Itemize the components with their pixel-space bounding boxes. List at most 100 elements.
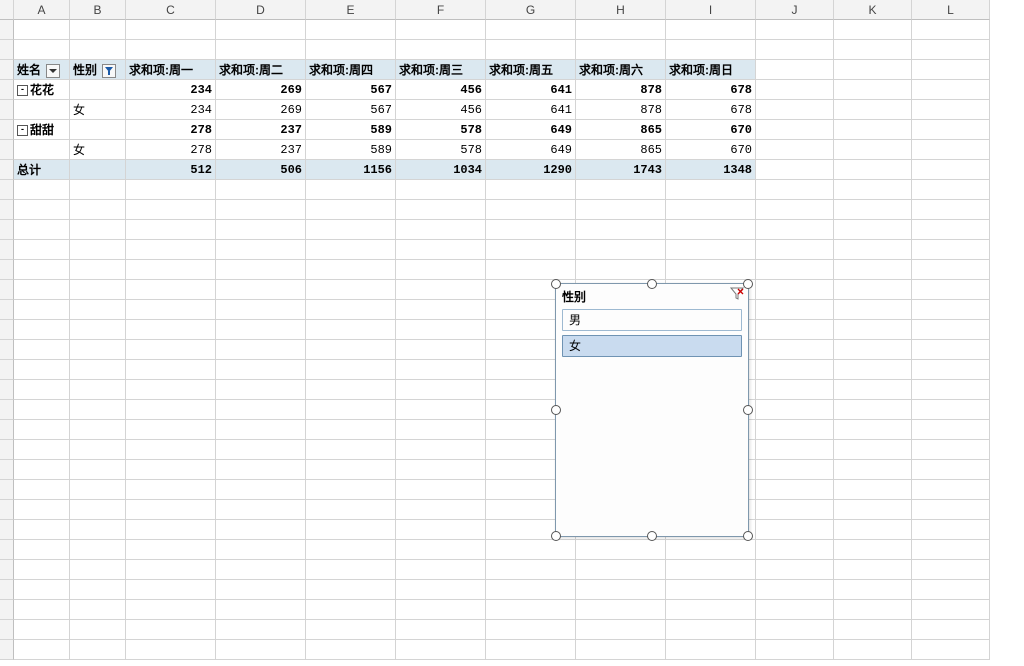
grid-cell[interactable] bbox=[70, 360, 126, 380]
grid-cell[interactable] bbox=[834, 120, 912, 140]
grid-cell[interactable] bbox=[834, 640, 912, 660]
grid-cell[interactable] bbox=[834, 380, 912, 400]
grid-cell[interactable] bbox=[70, 640, 126, 660]
grid-cell[interactable] bbox=[834, 160, 912, 180]
grid-cell[interactable] bbox=[396, 280, 486, 300]
grid-cell[interactable] bbox=[14, 20, 70, 40]
grid-cell[interactable] bbox=[14, 480, 70, 500]
grid-cell[interactable] bbox=[14, 640, 70, 660]
grid-cell[interactable] bbox=[486, 620, 576, 640]
row-header[interactable] bbox=[0, 20, 14, 40]
grid-cell[interactable] bbox=[666, 640, 756, 660]
grid-cell[interactable] bbox=[666, 240, 756, 260]
grid-cell[interactable] bbox=[126, 280, 216, 300]
grid-cell[interactable] bbox=[70, 480, 126, 500]
grid-cell[interactable] bbox=[912, 380, 990, 400]
grid-cell[interactable] bbox=[834, 320, 912, 340]
column-header[interactable]: A bbox=[14, 0, 70, 20]
grid-cell[interactable] bbox=[70, 80, 126, 100]
collapse-icon[interactable]: - bbox=[17, 85, 28, 96]
grid-cell[interactable] bbox=[396, 360, 486, 380]
grid-cell[interactable] bbox=[666, 40, 756, 60]
grid-cell[interactable] bbox=[756, 60, 834, 80]
grid-cell[interactable] bbox=[834, 600, 912, 620]
pivot-field-name[interactable]: 姓名 bbox=[14, 60, 70, 80]
row-header[interactable] bbox=[0, 420, 14, 440]
grid-cell[interactable] bbox=[756, 360, 834, 380]
grid-cell[interactable] bbox=[756, 540, 834, 560]
grid-cell[interactable] bbox=[216, 440, 306, 460]
grid-cell[interactable] bbox=[756, 300, 834, 320]
grid-cell[interactable] bbox=[126, 20, 216, 40]
grid-cell[interactable] bbox=[14, 580, 70, 600]
grid-cell[interactable] bbox=[396, 220, 486, 240]
grid-cell[interactable] bbox=[216, 420, 306, 440]
grid-cell[interactable] bbox=[912, 620, 990, 640]
grid-cell[interactable] bbox=[14, 100, 70, 120]
grid-cell[interactable] bbox=[912, 20, 990, 40]
row-header[interactable] bbox=[0, 640, 14, 660]
column-header[interactable]: J bbox=[756, 0, 834, 20]
grid-cell[interactable] bbox=[216, 20, 306, 40]
grid-cell[interactable] bbox=[14, 360, 70, 380]
grid-cell[interactable] bbox=[396, 540, 486, 560]
grid-cell[interactable] bbox=[576, 640, 666, 660]
row-header[interactable] bbox=[0, 620, 14, 640]
grid-cell[interactable] bbox=[14, 280, 70, 300]
grid-cell[interactable] bbox=[14, 260, 70, 280]
grid-cell[interactable] bbox=[70, 580, 126, 600]
grid-cell[interactable] bbox=[912, 400, 990, 420]
grid-cell[interactable] bbox=[834, 280, 912, 300]
grid-cell[interactable] bbox=[306, 500, 396, 520]
grid-cell[interactable] bbox=[912, 100, 990, 120]
grid-cell[interactable] bbox=[834, 400, 912, 420]
grid-cell[interactable] bbox=[126, 400, 216, 420]
grid-cell[interactable] bbox=[306, 560, 396, 580]
grid-cell[interactable] bbox=[912, 120, 990, 140]
grid-cell[interactable] bbox=[486, 540, 576, 560]
row-header[interactable] bbox=[0, 500, 14, 520]
grid-cell[interactable] bbox=[834, 180, 912, 200]
grid-cell[interactable] bbox=[834, 520, 912, 540]
grid-cell[interactable] bbox=[126, 320, 216, 340]
grid-cell[interactable] bbox=[126, 260, 216, 280]
grid-cell[interactable] bbox=[306, 300, 396, 320]
grid-cell[interactable] bbox=[756, 620, 834, 640]
grid-cell[interactable] bbox=[396, 300, 486, 320]
grid-cell[interactable] bbox=[756, 580, 834, 600]
grid-cell[interactable] bbox=[834, 580, 912, 600]
grid-cell[interactable] bbox=[912, 600, 990, 620]
grid-cell[interactable] bbox=[834, 480, 912, 500]
grid-cell[interactable] bbox=[666, 180, 756, 200]
grid-cell[interactable] bbox=[306, 20, 396, 40]
grid-cell[interactable] bbox=[486, 200, 576, 220]
grid-cell[interactable] bbox=[216, 300, 306, 320]
grid-cell[interactable] bbox=[14, 180, 70, 200]
row-header[interactable] bbox=[0, 460, 14, 480]
grid-cell[interactable] bbox=[70, 400, 126, 420]
grid-cell[interactable] bbox=[306, 400, 396, 420]
grid-cell[interactable] bbox=[70, 120, 126, 140]
grid-cell[interactable] bbox=[306, 480, 396, 500]
grid-cell[interactable] bbox=[70, 460, 126, 480]
grid-cell[interactable] bbox=[576, 20, 666, 40]
grid-cell[interactable] bbox=[126, 360, 216, 380]
grid-cell[interactable] bbox=[396, 240, 486, 260]
grid-cell[interactable] bbox=[666, 600, 756, 620]
grid-cell[interactable] bbox=[306, 520, 396, 540]
grid-cell[interactable] bbox=[216, 600, 306, 620]
column-header[interactable]: D bbox=[216, 0, 306, 20]
grid-cell[interactable] bbox=[14, 540, 70, 560]
collapse-icon[interactable]: - bbox=[17, 125, 28, 136]
grid-cell[interactable] bbox=[912, 440, 990, 460]
grid-cell[interactable] bbox=[216, 640, 306, 660]
grid-cell[interactable] bbox=[486, 560, 576, 580]
grid-cell[interactable] bbox=[834, 500, 912, 520]
pivot-col-header[interactable]: 求和项:周四 bbox=[306, 60, 396, 80]
grid-cell[interactable] bbox=[756, 480, 834, 500]
grid-cell[interactable] bbox=[576, 240, 666, 260]
grid-cell[interactable] bbox=[14, 440, 70, 460]
grid-cell[interactable] bbox=[834, 100, 912, 120]
grid-cell[interactable] bbox=[216, 560, 306, 580]
grid-cell[interactable] bbox=[834, 220, 912, 240]
